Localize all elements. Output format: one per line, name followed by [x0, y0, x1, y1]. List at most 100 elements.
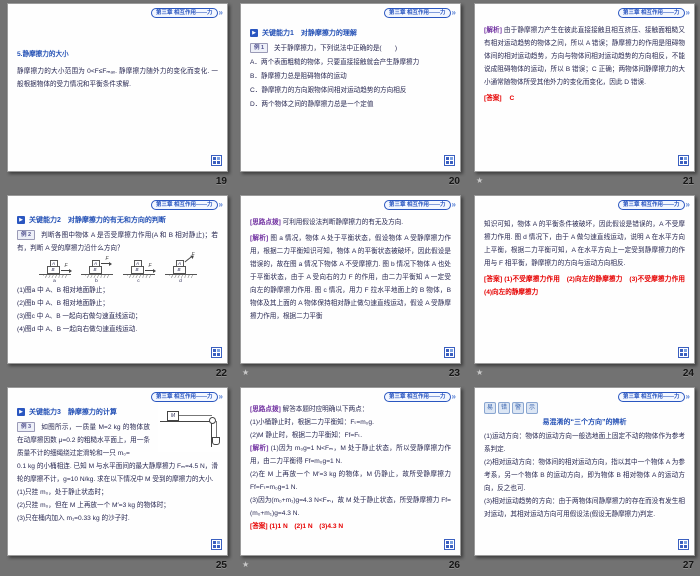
chapter-tab-label: 第三章 相互作用——力 — [618, 200, 685, 210]
slide-sorter-board: 第三章 相互作用——力 » 5.静摩擦力的大小 静摩擦力的大小范围为 0<F≤F… — [0, 0, 700, 576]
analysis-text: 图 a 情况，物体 A 处于平衡状态，假设物体 A 受静摩擦力作用，根据二力平衡… — [250, 235, 451, 320]
heading-label: 关键能力2 对静摩擦力的有无和方向的判断 — [29, 215, 166, 225]
slide-footer: ★ 20 — [240, 172, 462, 190]
slide-footer: ★ 27 — [474, 556, 696, 574]
body-text: 知识可知，物体 A 的平衡条件被破坏，因此假设是错误的，A 不受摩擦力作用. 图… — [484, 218, 685, 270]
nav-grid-icon[interactable] — [444, 539, 455, 550]
figure-b: A B F b — [81, 257, 113, 281]
analysis-text-1: (1)因为 m₀g=1 N<Fₘ，M 处于静止状态，所以受静摩擦力作用，由二力平… — [250, 445, 451, 465]
item-1: (1)图a 中 A、B 相对地面静止； — [17, 284, 218, 297]
slide-footer: ★ 23 — [240, 364, 462, 382]
slide-25[interactable]: 第三章 相互作用——力 » M ▶ 关键能力3 静摩擦力的计算 例 3 — [7, 387, 228, 556]
chapter-tab: 第三章 相互作用——力 » — [384, 200, 456, 210]
analysis-paragraph-3: (3)因为(m₀+m₁)g=4.3 N<Fₘ，故 M 处于静止状态，所受静摩擦力… — [250, 494, 451, 520]
figure-caption: a — [39, 279, 71, 284]
slide-21[interactable]: 第三章 相互作用——力 » [解析] 由于静摩擦力产生在彼此直接接触且相互挤压、… — [474, 3, 695, 172]
option-d: D．两个物体之间的静摩擦力总是一个定值 — [250, 98, 451, 111]
item-2: (2)只挂 m₀，但在 M 上再放一个 M′=3 kg 的物体时； — [17, 499, 218, 512]
figure-caption: c — [123, 279, 155, 284]
nav-grid-icon[interactable] — [678, 347, 689, 358]
nav-grid-icon[interactable] — [444, 155, 455, 166]
slide-27[interactable]: 第三章 相互作用——力 » 易 错 警 示 易混淆的“三个方向”的辨析 (1)运… — [474, 387, 695, 556]
slide-23[interactable]: 第三章 相互作用——力 » [思路点拨] 可利用假设法判断静摩擦力的有无及方向.… — [240, 195, 461, 364]
mass-block-label: M — [167, 411, 179, 421]
chapter-tab: 第三章 相互作用——力 » — [618, 200, 690, 210]
slide-24[interactable]: 第三章 相互作用——力 » 知识可知，物体 A 的平衡条件被破坏，因此假设是错误… — [474, 195, 695, 364]
chevron-right-icon: » — [452, 393, 456, 401]
chapter-tab-label: 第三章 相互作用——力 — [618, 8, 685, 18]
force-arrow — [145, 270, 153, 271]
problem-rest: 0.1 kg 的小桶相连. 已知 M 与水平面间的最大静摩擦力 Fₘ=4.5 N… — [17, 460, 218, 486]
page-number: 21 — [683, 176, 694, 187]
nav-grid-icon[interactable] — [678, 155, 689, 166]
slide-footer: ★ 21 — [474, 172, 696, 190]
nav-grid-icon[interactable] — [211, 539, 222, 550]
pulley-icon — [209, 417, 216, 424]
badge-char: 易 — [484, 402, 496, 414]
slide-cell-27: 第三章 相互作用——力 » 易 错 警 示 易混淆的“三个方向”的辨析 (1)运… — [467, 384, 700, 576]
chapter-tab: 第三章 相互作用——力 » — [151, 200, 223, 210]
chapter-tab-label: 第三章 相互作用——力 — [151, 392, 218, 402]
force-label: F — [149, 263, 152, 269]
force-label: F — [65, 263, 68, 269]
tip-label: [思路点拨] — [250, 219, 281, 226]
nav-grid-icon[interactable] — [211, 155, 222, 166]
chapter-tab-label: 第三章 相互作用——力 — [384, 392, 451, 402]
rope-line — [216, 421, 217, 437]
ground-line — [81, 274, 113, 275]
tip-line: [思路点拨] 可利用假设法判断静摩擦力的有无及方向. — [250, 216, 451, 229]
slide-20[interactable]: 第三章 相互作用——力 » ▶ 关键能力1 对静摩擦力的理解 例 1 关于静摩擦… — [240, 3, 461, 172]
table-surface — [160, 421, 213, 422]
slide-cell-22: 第三章 相互作用——力 » ▶ 关键能力2 对静摩擦力的有无和方向的判断 例 2… — [0, 192, 233, 384]
play-icon: ▶ — [250, 29, 258, 37]
slide-cell-24: 第三章 相互作用——力 » 知识可知，物体 A 的平衡条件被破坏，因此假设是错误… — [467, 192, 700, 384]
warning-badge: 易 错 警 示 — [484, 402, 685, 414]
force-label: F — [192, 252, 195, 258]
chapter-tab-label: 第三章 相互作用——力 — [151, 8, 218, 18]
slide-footer: ★ 26 — [240, 556, 462, 574]
item-3: (3)只在桶内加入 m₁=0.33 kg 的沙子时. — [17, 512, 218, 525]
force-arrow — [184, 257, 191, 263]
figure-caption: d — [165, 279, 197, 284]
question-text: 关于静摩擦力，下列说法中正确的是( ) — [274, 45, 397, 52]
item-4: (4)图d 中 A、B 一起向右做匀速直线运动. — [17, 323, 218, 336]
key-ability-heading: ▶ 关键能力1 对静摩擦力的理解 — [250, 28, 451, 38]
page-number: 22 — [216, 368, 227, 379]
item-1: (1)只挂 m₀，处于静止状态时； — [17, 486, 218, 499]
note-paragraph-3: (3)相对运动趋势的方向：由于两物体间静摩擦力的存在而没有发生相对运动，其相对运… — [484, 495, 685, 521]
page-number: 27 — [683, 560, 694, 571]
nav-grid-icon[interactable] — [211, 347, 222, 358]
slide-footer: ★ 25 — [7, 556, 229, 574]
chevron-right-icon: » — [686, 393, 690, 401]
page-number: 24 — [683, 368, 694, 379]
figure-c: A B F c — [123, 257, 155, 281]
section-title: 5.静摩擦力的大小 — [17, 48, 218, 61]
analysis-paragraph-1: [解析] (1)因为 m₀g=1 N<Fₘ，M 处于静止状态，所以受静摩擦力作用… — [250, 442, 451, 468]
tip-text: 解答本题时应明确以下两点： — [283, 406, 369, 413]
chapter-tab: 第三章 相互作用——力 » — [151, 8, 223, 18]
analysis-label: [解析] — [250, 235, 268, 242]
page-number: 23 — [449, 368, 460, 379]
answer-label: [答案] — [484, 276, 502, 283]
force-arrow — [101, 263, 109, 264]
chevron-right-icon: » — [219, 393, 223, 401]
chapter-tab-label: 第三章 相互作用——力 — [151, 200, 218, 210]
force-arrow — [61, 270, 69, 271]
body-text: 静摩擦力的大小范围为 0<F≤Fₘₐₓ. 静摩擦力随外力的变化而变化. 一般根据… — [17, 65, 218, 91]
figure-caption: b — [81, 279, 113, 284]
analysis-paragraph: [解析] 由于静摩擦力产生在彼此直接接触且相互挤压、接触面粗糙又有相对运动趋势的… — [484, 24, 685, 89]
note-paragraph-1: (1)运动方向：物体的运动方向一般选地面上固定不动的物体作为参考系判定. — [484, 430, 685, 456]
nav-grid-icon[interactable] — [678, 539, 689, 550]
page-number: 19 — [216, 176, 227, 187]
slide-22[interactable]: 第三章 相互作用——力 » ▶ 关键能力2 对静摩擦力的有无和方向的判断 例 2… — [7, 195, 228, 364]
slide-26[interactable]: 第三章 相互作用——力 » [思路点拨] 解答本题时应明确以下两点： (1)小桶… — [240, 387, 461, 556]
analysis-paragraph: [解析] 图 a 情况，物体 A 处于平衡状态，假设物体 A 受静摩擦力作用，根… — [250, 232, 451, 323]
play-icon: ▶ — [17, 408, 25, 416]
slide-footer: ★ 22 — [7, 364, 229, 382]
answer-line: [答案] C — [484, 92, 685, 105]
nav-grid-icon[interactable] — [444, 347, 455, 358]
slide-19[interactable]: 第三章 相互作用——力 » 5.静摩擦力的大小 静摩擦力的大小范围为 0<F≤F… — [7, 3, 228, 172]
chevron-right-icon: » — [686, 9, 690, 17]
force-label: F — [106, 256, 109, 262]
ground-line — [39, 274, 71, 275]
